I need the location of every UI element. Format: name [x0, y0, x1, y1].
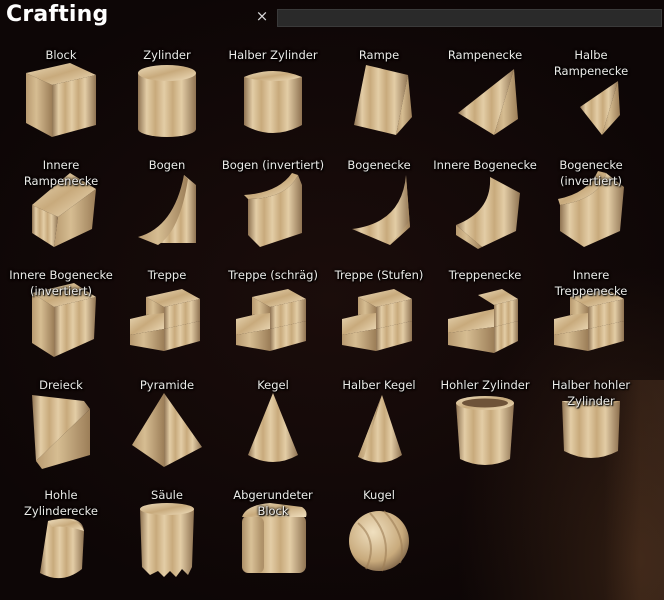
search-input[interactable] — [277, 9, 662, 27]
stairs-icon — [130, 289, 200, 351]
shape-item-label: Innere Bogenecke (invertiert) — [9, 268, 113, 298]
shape-item-pillar[interactable]: Säule — [114, 485, 220, 595]
shape-item-arch-inverted[interactable]: Bogen (invertiert) — [220, 155, 326, 265]
shape-item-inner-arch-corner-inverted[interactable]: Innere Bogenecke (invertiert) — [8, 265, 114, 375]
shape-item-label: Bogen — [148, 158, 186, 172]
shape-item-label: Pyramide — [139, 378, 195, 392]
ramp-icon — [354, 65, 412, 135]
shape-item-hollow-cylinder-corner[interactable]: Hohle Zylinderecke — [8, 485, 114, 595]
shape-item-label: Hohler Zylinder — [440, 378, 530, 392]
shape-item-label: Hohle Zylinderecke — [24, 488, 98, 518]
shape-item-label: Halber Kegel — [342, 378, 416, 392]
cylinder-icon — [138, 65, 196, 137]
shape-item-label: Treppe — [147, 268, 187, 282]
shape-item-label: Bogen (invertiert) — [221, 158, 325, 172]
shape-item-block[interactable]: Block — [8, 45, 114, 155]
shape-item-arch-corner[interactable]: Bogenecke — [326, 155, 432, 265]
shape-item-label: Halbe Rampenecke — [553, 48, 629, 78]
shape-item-stairs[interactable]: Treppe (schräg) — [220, 265, 326, 375]
block-icon — [26, 63, 96, 137]
crafting-title: Crafting — [6, 2, 109, 27]
arch-corner-icon — [352, 175, 410, 245]
pyramid-icon — [132, 393, 202, 467]
shape-item-cone[interactable]: Kegel — [220, 375, 326, 485]
close-icon[interactable]: × — [255, 9, 269, 24]
cone-icon — [248, 393, 298, 462]
shape-item-triangle[interactable]: Dreieck — [8, 375, 114, 485]
ramp-corner-icon — [458, 69, 518, 135]
half-cylinder-icon — [244, 71, 302, 133]
shape-item-half-cone[interactable]: Halber Kegel — [326, 375, 432, 485]
shape-item-label: Treppenecke — [448, 268, 522, 282]
arch-icon — [138, 175, 196, 245]
shape-item-stairs[interactable]: Innere Treppenecke — [538, 265, 644, 375]
shape-item-label: Dreieck — [39, 378, 83, 392]
shape-item-label: Bogenecke (invertiert) — [559, 158, 623, 188]
shape-item-label: Rampenecke — [447, 48, 523, 62]
shape-item-cylinder[interactable]: Zylinder — [114, 45, 220, 155]
half-cone-icon — [358, 395, 402, 463]
shape-item-label: Bogenecke — [347, 158, 411, 172]
shape-item-label: Säule — [151, 488, 183, 502]
shape-item-label: Halber Zylinder — [228, 48, 318, 62]
shape-item-label: Rampe — [358, 48, 400, 62]
shape-item-ramp-corner[interactable]: Rampenecke — [432, 45, 538, 155]
shape-item-arch-corner-inverted[interactable]: Bogenecke (invertiert) — [538, 155, 644, 265]
shape-item-inner-arch-corner[interactable]: Innere Bogenecke — [432, 155, 538, 265]
stairs-icon — [236, 289, 306, 351]
arch-inverted-icon — [244, 173, 302, 247]
shape-item-label: Kegel — [257, 378, 289, 392]
shape-item-label: Halber hohler Zylinder — [551, 378, 631, 408]
shape-item-label: Block — [45, 48, 77, 62]
shape-item-label: Innere Rampenecke — [23, 158, 99, 188]
shape-item-half-ramp-corner[interactable]: Halbe Rampenecke — [538, 45, 644, 155]
hollow-cylinder-icon — [456, 396, 514, 465]
shape-item-hollow-cylinder[interactable]: Hohler Zylinder — [432, 375, 538, 485]
triangle-icon — [32, 395, 90, 469]
shape-item-label: Innere Bogenecke — [433, 158, 537, 172]
sphere-icon — [349, 510, 409, 572]
shape-item-rounded-block[interactable]: Abgerundeter Block — [220, 485, 326, 595]
shape-item-arch[interactable]: Bogen — [114, 155, 220, 265]
stair-corner-icon — [448, 289, 518, 353]
shape-item-label: Treppe (schräg) — [228, 268, 318, 282]
shape-item-label: Zylinder — [143, 48, 191, 62]
shape-item-stair-corner[interactable]: Treppenecke — [432, 265, 538, 375]
inner-arch-corner-icon — [456, 177, 520, 249]
pillar-icon — [140, 503, 194, 577]
shape-item-inner-ramp-corner[interactable]: Innere Rampenecke — [8, 155, 114, 265]
shape-item-label: Innere Treppenecke — [554, 268, 628, 298]
shape-item-pyramid[interactable]: Pyramide — [114, 375, 220, 485]
shape-item-half-cylinder[interactable]: Halber Zylinder — [220, 45, 326, 155]
shape-item-stairs[interactable]: Treppe (Stufen) — [326, 265, 432, 375]
shape-item-stairs[interactable]: Treppe — [114, 265, 220, 375]
shape-item-half-hollow-cylinder[interactable]: Halber hohler Zylinder — [538, 375, 644, 485]
shape-item-label: Kugel — [363, 488, 395, 502]
shape-item-label: Treppe (Stufen) — [334, 268, 424, 282]
shape-item-sphere[interactable]: Kugel — [326, 485, 432, 595]
shape-grid: Block Zylinder Halber Zylinder Rampe Ram… — [8, 45, 644, 595]
stairs-icon — [342, 289, 412, 351]
shape-item-label: Abgerundeter Block — [233, 488, 313, 518]
shape-item-ramp[interactable]: Rampe — [326, 45, 432, 155]
